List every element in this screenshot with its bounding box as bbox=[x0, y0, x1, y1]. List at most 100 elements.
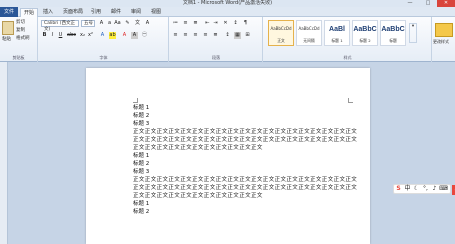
styles-group-label: 样式 bbox=[343, 55, 352, 60]
window-title: 文档1 - Microsoft Word(产品激活失败) bbox=[182, 0, 273, 6]
heading-paragraph[interactable]: 标题 2 bbox=[133, 112, 358, 120]
heading-paragraph[interactable]: 标题 1 bbox=[133, 104, 358, 112]
underline-button[interactable]: U bbox=[57, 32, 64, 39]
close-button[interactable]: ✕ bbox=[437, 0, 455, 7]
style-name: 无间隔 bbox=[303, 38, 315, 43]
style-sample: AaBbCcDd bbox=[298, 26, 320, 31]
change-styles-button[interactable]: 更改样式 bbox=[433, 39, 449, 45]
grow-font-icon[interactable]: A bbox=[98, 20, 105, 27]
align-right-icon[interactable]: ≡ bbox=[192, 32, 199, 39]
sort-icon[interactable]: ↕ bbox=[232, 20, 239, 27]
character-shading-icon[interactable]: A bbox=[131, 32, 138, 39]
style-name: 标题 1 bbox=[331, 38, 343, 43]
text-effects-icon[interactable]: A bbox=[99, 32, 106, 39]
clipboard-group: 粘贴 剪切 复制 格式刷 剪贴板 bbox=[0, 17, 38, 62]
ribbon: 粘贴 剪切 复制 格式刷 剪贴板 Calibri (西文正文) 五号 A a A… bbox=[0, 17, 455, 62]
multilevel-list-icon[interactable]: ≣ bbox=[192, 20, 199, 27]
copy-button[interactable]: 复制 bbox=[16, 28, 25, 34]
format-painter-button[interactable]: 格式刷 bbox=[16, 36, 30, 42]
minimize-button[interactable]: — bbox=[401, 0, 419, 7]
line-spacing-icon[interactable]: ↕ bbox=[224, 32, 231, 39]
tab-file[interactable]: 文件 bbox=[0, 7, 18, 17]
margin-corner-mark bbox=[133, 98, 138, 103]
italic-button[interactable]: I bbox=[49, 32, 56, 39]
bullets-icon[interactable]: ≔ bbox=[172, 20, 179, 27]
align-left-icon[interactable]: ≡ bbox=[172, 32, 179, 39]
moon-icon[interactable]: ☾ bbox=[412, 185, 421, 193]
title-bar: 文档1 - Microsoft Word(产品激活失败) — □ ✕ bbox=[0, 0, 455, 7]
borders-icon[interactable]: ⊞ bbox=[244, 32, 251, 39]
enclose-characters-icon[interactable]: ㊀ bbox=[141, 32, 148, 39]
cut-button[interactable]: 剪切 bbox=[16, 20, 25, 26]
shading-icon[interactable]: ▦ bbox=[234, 32, 241, 39]
style-heading-2[interactable]: AaBbC 标题 2 bbox=[352, 20, 378, 46]
heading-paragraph[interactable]: 标题 1 bbox=[133, 152, 358, 160]
heading-paragraph[interactable]: 标题 3 bbox=[133, 168, 358, 176]
character-border-icon[interactable]: A bbox=[144, 20, 151, 27]
maximize-button[interactable]: □ bbox=[419, 0, 437, 7]
strikethrough-icon[interactable]: abc bbox=[67, 32, 76, 39]
tab-references[interactable]: 引用 bbox=[88, 8, 104, 17]
heading-paragraph[interactable]: 标题 1 bbox=[133, 200, 358, 208]
styles-scroll-icon[interactable]: ▾ bbox=[409, 23, 417, 43]
style-no-spacing[interactable]: AaBbCcDd 无间隔 bbox=[296, 20, 322, 46]
shrink-font-icon[interactable]: a bbox=[106, 20, 113, 27]
document-body[interactable]: 标题 1 标题 2 标题 3 正文正文正文正文正文正文正文正文正文正文正文正文正文正文… bbox=[133, 104, 358, 216]
tab-home[interactable]: 开始 bbox=[20, 8, 39, 17]
keyboard-icon[interactable]: ⌨ bbox=[439, 185, 448, 193]
decrease-indent-icon[interactable]: ⇤ bbox=[204, 20, 211, 27]
body-paragraph[interactable]: 正文正文正文正文正文正文正文正文正文正文正文正文正文正文正文正文正文正文正文正文… bbox=[133, 128, 358, 152]
bold-button[interactable]: B bbox=[41, 32, 48, 39]
style-heading-1[interactable]: AaBl 标题 1 bbox=[324, 20, 350, 46]
ime-logo: S bbox=[396, 185, 401, 192]
numbering-icon[interactable]: ≡ bbox=[182, 20, 189, 27]
superscript-icon[interactable]: x² bbox=[87, 32, 94, 39]
justify-icon[interactable]: ≡ bbox=[202, 32, 209, 39]
paste-icon[interactable] bbox=[2, 21, 14, 35]
tab-page-layout[interactable]: 页面布局 bbox=[60, 8, 86, 17]
subscript-icon[interactable]: x₂ bbox=[79, 32, 86, 39]
style-sample: AaBbC bbox=[381, 26, 405, 33]
heading-paragraph[interactable]: 标题 3 bbox=[133, 120, 358, 128]
vertical-ruler bbox=[0, 62, 8, 244]
ime-mode[interactable]: 中 bbox=[403, 185, 412, 193]
style-sample: AaBbC bbox=[353, 26, 377, 33]
style-name: 标题 2 bbox=[359, 38, 371, 43]
style-sample: AaBl bbox=[329, 26, 345, 33]
heading-paragraph[interactable]: 标题 2 bbox=[133, 160, 358, 168]
font-name-select[interactable]: Calibri (西文正文) bbox=[41, 20, 79, 32]
style-title[interactable]: AaBbC 标题 bbox=[380, 20, 406, 46]
chinese-layout-icon[interactable]: ✕ bbox=[222, 20, 229, 27]
distribute-icon[interactable]: ≣ bbox=[212, 32, 219, 39]
font-size-select[interactable]: 五号 bbox=[81, 20, 95, 27]
mic-icon[interactable]: ♪ bbox=[430, 185, 439, 193]
paste-button[interactable]: 粘贴 bbox=[2, 37, 11, 43]
document-page[interactable]: 标题 1 标题 2 标题 3 正文正文正文正文正文正文正文正文正文正文正文正文正文正文… bbox=[86, 68, 370, 244]
margin-corner-mark bbox=[348, 98, 353, 103]
font-color-icon[interactable]: A bbox=[121, 32, 128, 39]
tab-insert[interactable]: 插入 bbox=[40, 8, 56, 17]
align-center-icon[interactable]: ≡ bbox=[182, 32, 189, 39]
heading-paragraph[interactable]: 标题 2 bbox=[133, 208, 358, 216]
body-paragraph[interactable]: 正文正文正文正文正文正文正文正文正文正文正文正文正文正文正文正文正文正文正文正文… bbox=[133, 176, 358, 200]
comma-icon[interactable]: °, bbox=[421, 185, 430, 193]
clipboard-group-label: 剪贴板 bbox=[12, 55, 25, 60]
paragraph-group-label: 段落 bbox=[212, 55, 220, 60]
style-normal[interactable]: AaBbCcDd 正文 bbox=[268, 20, 294, 46]
increase-indent-icon[interactable]: ⇥ bbox=[212, 20, 219, 27]
highlight-icon[interactable]: ab bbox=[109, 32, 116, 39]
phonetic-guide-icon[interactable]: 文 bbox=[134, 20, 141, 27]
change-styles-icon[interactable] bbox=[435, 23, 453, 37]
style-name: 正文 bbox=[277, 38, 285, 43]
show-marks-icon[interactable]: ¶ bbox=[242, 20, 249, 27]
change-case-icon[interactable]: Aa bbox=[114, 20, 121, 27]
ime-toolbar[interactable]: S中☾°,♪⌨ + bbox=[393, 184, 455, 195]
paragraph-group: ≔ ≡ ≣ ⇤ ⇥ ✕ ↕ ¶ ≡ ≡ ≡ ≡ ≣ ↕ ▦ ⊞ 段落 bbox=[170, 17, 263, 62]
style-name: 标题 bbox=[389, 38, 397, 43]
tab-mailings[interactable]: 邮件 bbox=[108, 8, 124, 17]
tab-review[interactable]: 审阅 bbox=[128, 8, 144, 17]
ribbon-tabs: 文件 开始 插入 页面布局 引用 邮件 审阅 视图 bbox=[0, 7, 455, 17]
style-sample: AaBbCcDd bbox=[270, 26, 292, 31]
tab-view[interactable]: 视图 bbox=[148, 8, 164, 17]
clear-format-icon[interactable]: ✎ bbox=[124, 20, 131, 27]
